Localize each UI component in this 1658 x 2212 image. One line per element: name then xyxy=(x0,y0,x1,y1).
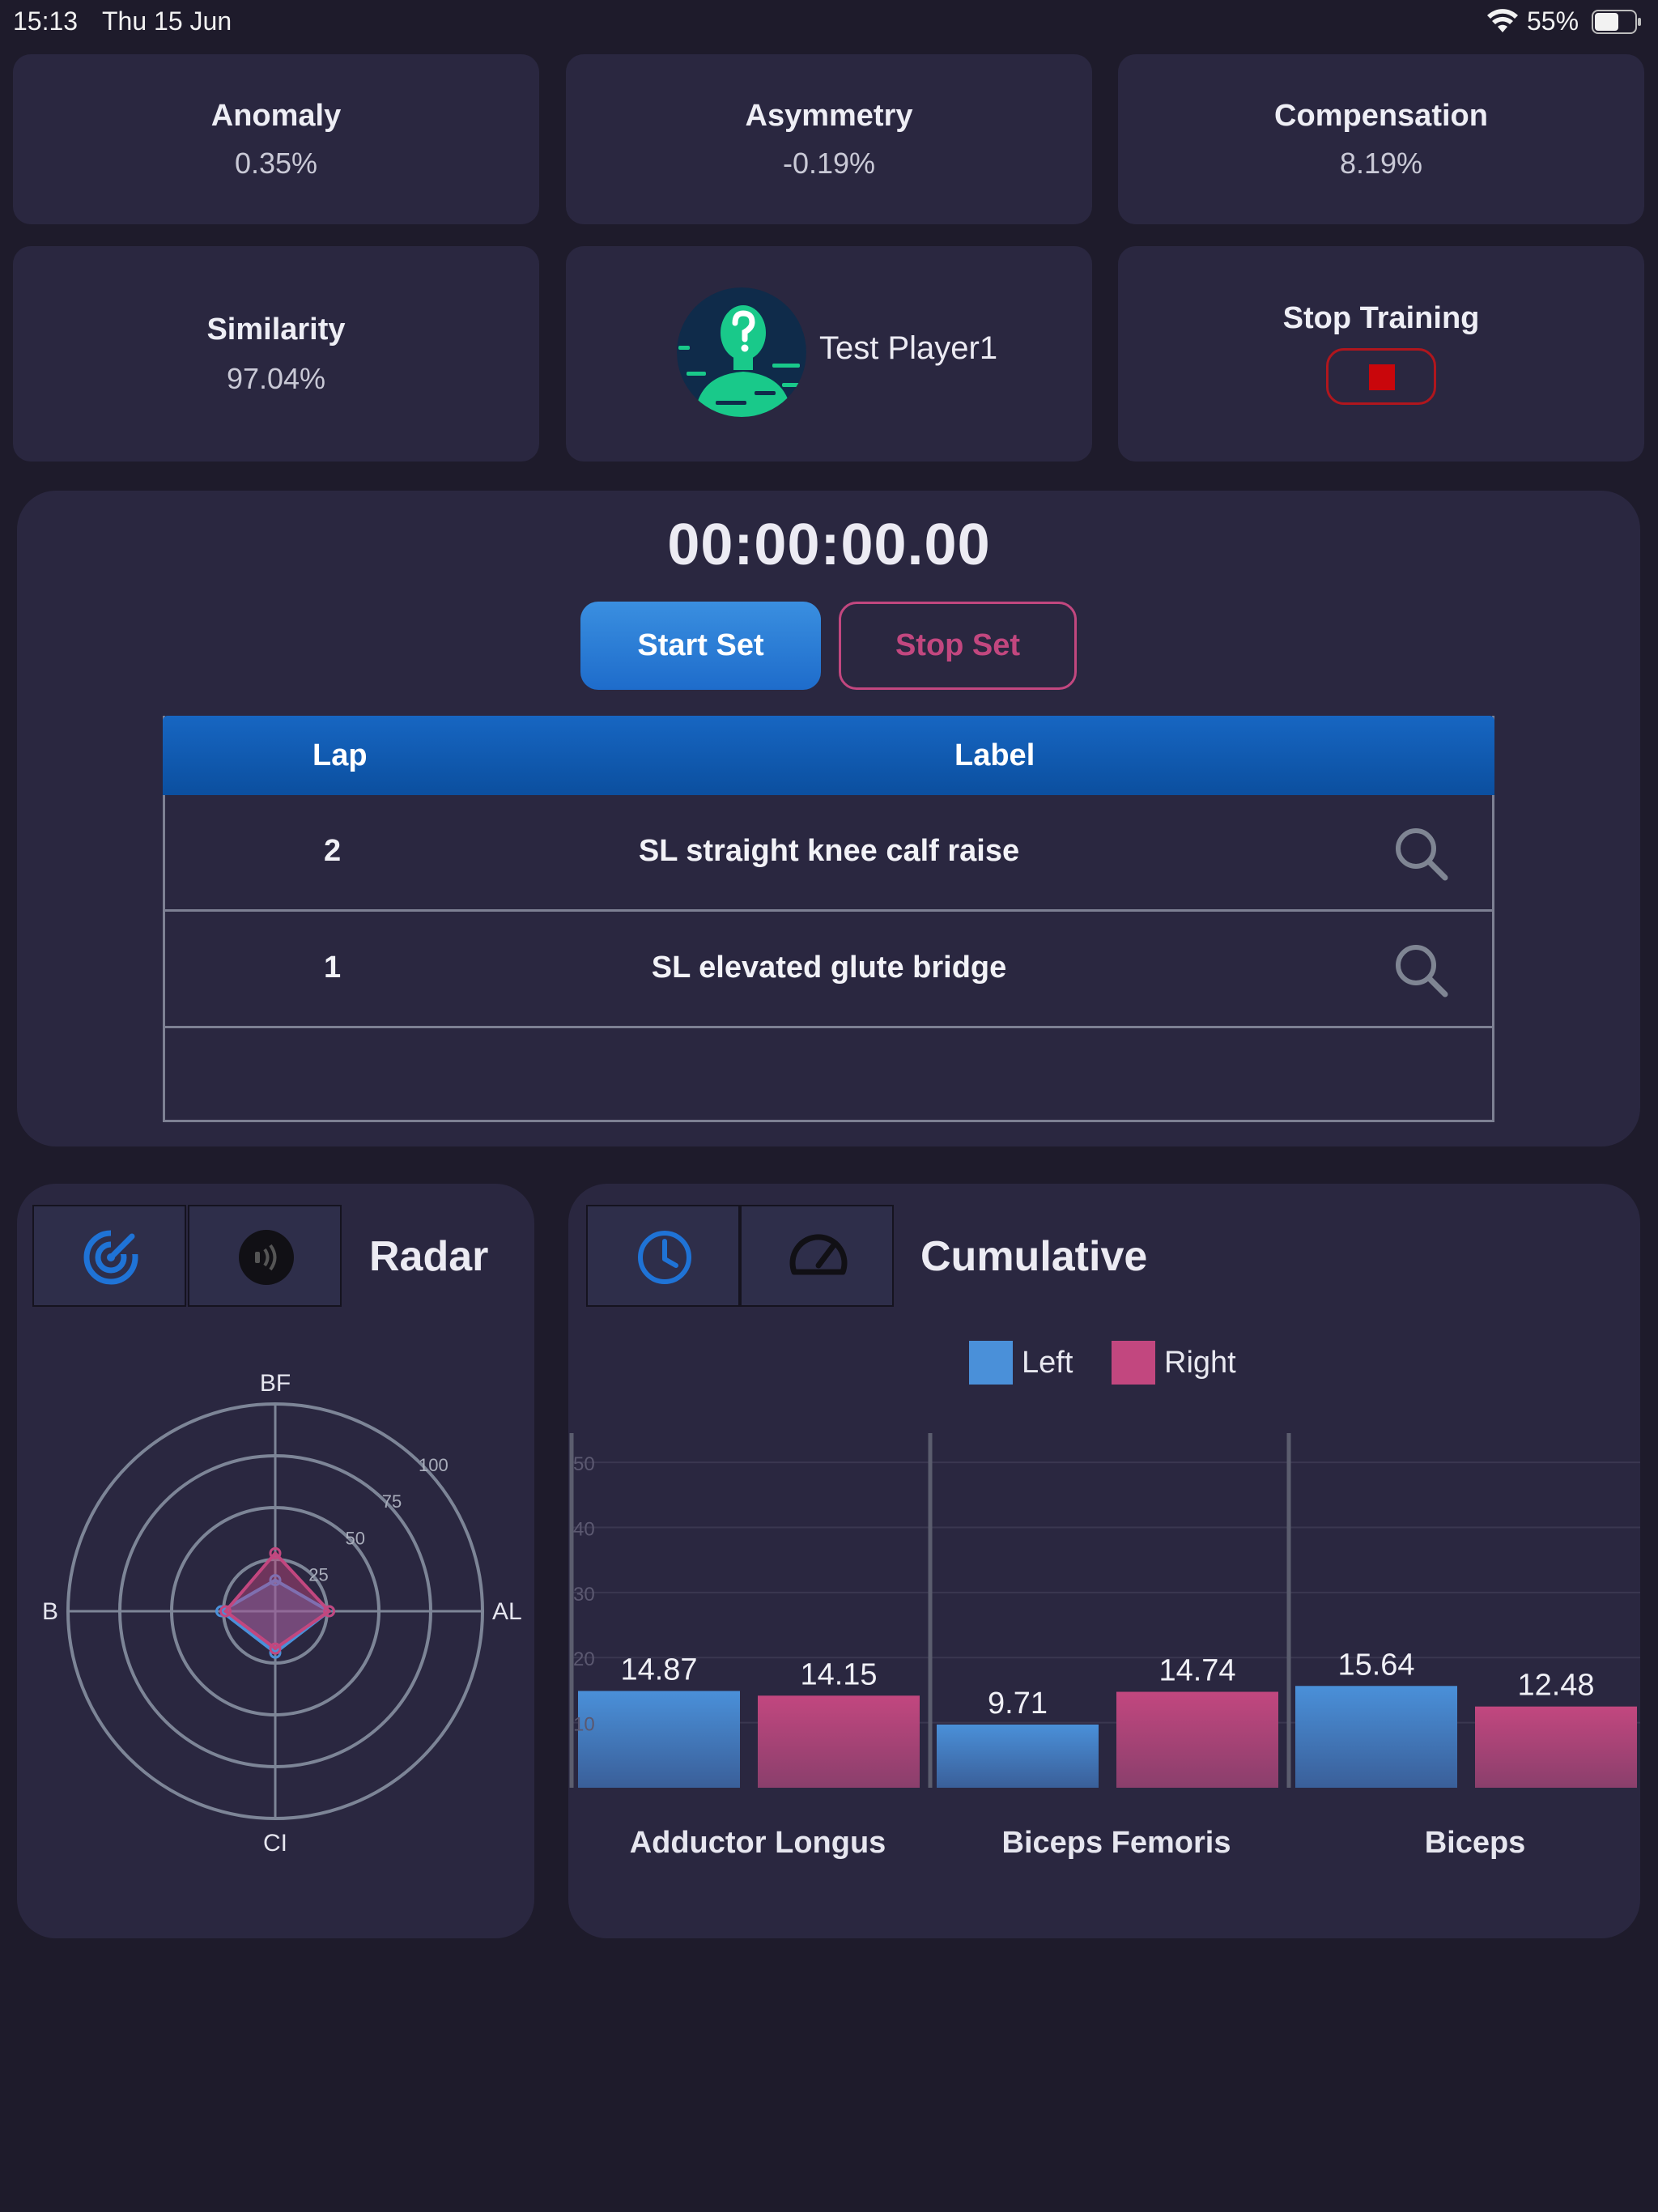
table-row[interactable]: 1 SL elevated glute bridge xyxy=(165,912,1492,1028)
asymmetry-title: Asymmetry xyxy=(745,99,913,133)
battery-icon xyxy=(1592,10,1641,34)
bar-value-label: 12.48 xyxy=(1517,1669,1594,1703)
radar-tick-label: 50 xyxy=(346,1528,365,1548)
bar xyxy=(1295,1686,1457,1788)
asymmetry-value: -0.19% xyxy=(782,147,876,180)
player-avatar xyxy=(677,287,806,417)
radar-tick-label: 75 xyxy=(382,1491,402,1512)
category-label: Biceps xyxy=(1425,1826,1526,1860)
y-tick-label: 50 xyxy=(573,1453,595,1475)
sensor-icon xyxy=(239,1230,294,1285)
start-set-button[interactable]: Start Set xyxy=(580,602,821,690)
legend-right-label: Right xyxy=(1164,1346,1236,1380)
stop-icon xyxy=(1369,364,1395,390)
bar xyxy=(1116,1691,1278,1788)
compensation-value: 8.19% xyxy=(1339,147,1423,180)
y-tick-label: 40 xyxy=(573,1518,595,1540)
y-tick-label: 30 xyxy=(573,1584,595,1606)
bar-value-label: 14.87 xyxy=(620,1653,697,1687)
label-column-header: Label xyxy=(954,738,1035,772)
table-row[interactable]: 2 SL straight knee calf raise xyxy=(165,795,1492,912)
radar-view-button[interactable] xyxy=(32,1205,186,1307)
status-time: 15:13 xyxy=(13,6,79,36)
search-icon[interactable] xyxy=(1392,941,1450,999)
status-date: Thu 15 Jun xyxy=(102,6,232,36)
bar xyxy=(758,1695,920,1788)
category-label: Adductor Longus xyxy=(630,1826,886,1860)
stop-training-button[interactable] xyxy=(1326,348,1436,405)
asymmetry-card: Asymmetry -0.19% xyxy=(566,54,1092,224)
radar-axis-label: AL xyxy=(492,1598,522,1625)
compensation-title: Compensation xyxy=(1274,99,1488,133)
lap-column-header: Lap xyxy=(312,738,368,772)
timer-display: 00:00:00.00 xyxy=(667,513,991,577)
anomaly-card: Anomaly 0.35% xyxy=(13,54,539,224)
bar-value-label: 14.15 xyxy=(800,1657,877,1691)
speedometer-icon xyxy=(789,1234,848,1275)
lap-label: SL straight knee calf raise xyxy=(638,834,1020,868)
y-tick-label: 10 xyxy=(573,1714,595,1736)
bar xyxy=(937,1724,1099,1788)
similarity-card: Similarity 97.04% xyxy=(13,246,539,462)
radar-axis-label: BF xyxy=(260,1370,291,1397)
bar-value-label: 14.74 xyxy=(1158,1654,1235,1688)
lap-number: 2 xyxy=(324,834,342,868)
wifi-icon xyxy=(1487,9,1518,32)
lap-table-header: Lap Label xyxy=(163,716,1494,795)
lap-label: SL elevated glute bridge xyxy=(651,951,1007,985)
radar-axis-label: CI xyxy=(263,1830,287,1857)
clock-icon xyxy=(638,1231,691,1284)
stop-set-button[interactable]: Stop Set xyxy=(839,602,1077,690)
lap-table: Lap Label 2 SL straight knee calf raise … xyxy=(163,716,1494,1122)
speed-view-button[interactable] xyxy=(740,1205,894,1307)
category-label: Biceps Femoris xyxy=(1002,1826,1231,1860)
radar-icon xyxy=(83,1228,140,1285)
radar-axis-label: B xyxy=(42,1598,58,1625)
legend-left-swatch xyxy=(969,1341,1013,1385)
y-tick-label: 20 xyxy=(573,1648,595,1670)
bar-value-label: 9.71 xyxy=(988,1687,1048,1721)
bar xyxy=(578,1691,740,1788)
cumulative-title: Cumulative xyxy=(920,1233,1148,1280)
anomaly-title: Anomaly xyxy=(210,99,342,133)
radar-tick-label: 100 xyxy=(419,1455,449,1475)
sensor-view-button[interactable] xyxy=(188,1205,342,1307)
similarity-value: 97.04% xyxy=(226,362,326,395)
status-bar: 15:13 Thu 15 Jun 55% xyxy=(0,0,1658,42)
bar xyxy=(1475,1706,1637,1788)
radar-title: Radar xyxy=(369,1233,489,1280)
search-icon[interactable] xyxy=(1392,824,1450,883)
stop-training-title: Stop Training xyxy=(1282,301,1480,335)
lap-number: 1 xyxy=(324,951,342,985)
legend-right-swatch xyxy=(1112,1341,1155,1385)
legend-left-label: Left xyxy=(1022,1346,1073,1380)
anomaly-value: 0.35% xyxy=(234,147,318,180)
radar-chart: 25 50 75 100 BF AL CI B xyxy=(42,1370,522,1857)
radar-tick-label: 25 xyxy=(308,1565,328,1585)
player-name: Test Player1 xyxy=(819,330,998,366)
battery-percent: 55% xyxy=(1527,6,1579,36)
bar-value-label: 15.64 xyxy=(1337,1648,1414,1682)
similarity-title: Similarity xyxy=(206,313,346,347)
compensation-card: Compensation 8.19% xyxy=(1118,54,1644,224)
time-view-button[interactable] xyxy=(586,1205,740,1307)
cumulative-bar-chart: 10 20 30 40 50 14.87 14.15 Adductor Longus 9.71 1… xyxy=(569,1433,1640,1860)
